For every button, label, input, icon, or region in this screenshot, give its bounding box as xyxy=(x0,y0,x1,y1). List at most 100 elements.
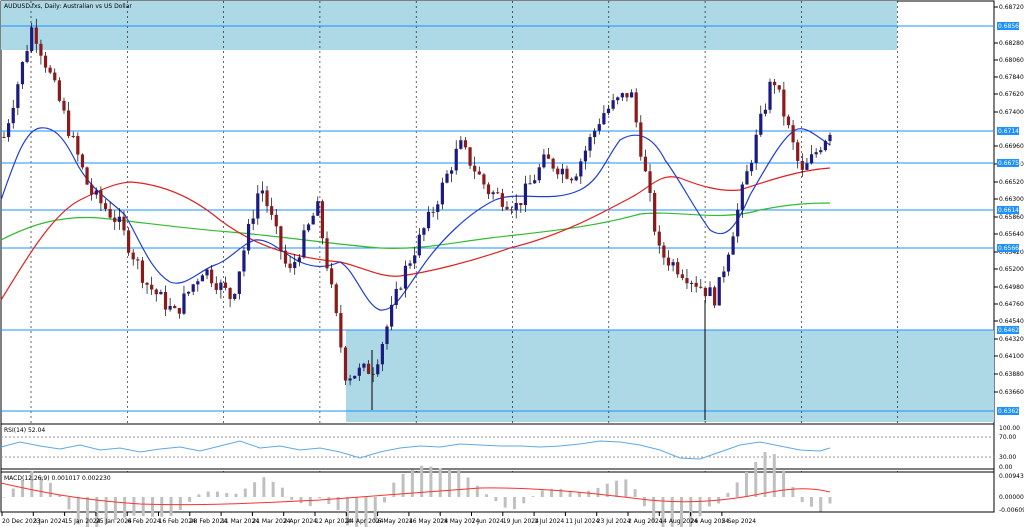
candle-body xyxy=(657,231,661,246)
candle-body xyxy=(593,130,597,138)
macd-histogram-bar xyxy=(48,482,52,497)
candle-body xyxy=(828,134,832,142)
candle-body xyxy=(569,178,574,181)
macd-histogram-bar xyxy=(531,496,535,497)
candle-body xyxy=(330,268,334,285)
time-tick-label: 6 May 2024 xyxy=(378,518,413,525)
macd-histogram-bar xyxy=(271,481,275,497)
macd-histogram-bar xyxy=(726,492,730,497)
candle-body xyxy=(703,287,708,297)
candle-body xyxy=(283,250,288,264)
candle-body xyxy=(53,72,57,81)
macd-axis: 0.009439 0.000000 -0.006092 xyxy=(999,473,1024,514)
candle-body xyxy=(662,245,666,258)
candle-body xyxy=(422,228,426,235)
candle-body xyxy=(126,230,131,253)
candle-body xyxy=(325,238,329,269)
candle-body xyxy=(726,254,731,272)
candle-body xyxy=(353,375,357,379)
candle-body xyxy=(791,125,795,143)
macd-histogram-bar xyxy=(318,497,322,499)
level-tag-label: 0.63629 xyxy=(998,408,1023,415)
macd-histogram-bar xyxy=(809,497,813,507)
candle-body xyxy=(560,168,564,175)
candle-body xyxy=(629,92,634,98)
candle-body xyxy=(777,85,781,90)
candle-body xyxy=(394,288,398,305)
price-tick-label: 0.66960 xyxy=(999,143,1024,150)
macd-histogram-bar xyxy=(744,471,748,497)
level-tag-label: 0.64625 xyxy=(998,327,1023,334)
price-tick-label: 0.65860 xyxy=(999,214,1024,221)
candle-body xyxy=(796,142,800,161)
trading-chart[interactable]: AUDUSD.fxs, Daily: Australian vs US Doll… xyxy=(0,0,1024,527)
candle-body xyxy=(237,271,241,294)
time-tick-label: 1 Jul 2024 xyxy=(534,518,564,525)
rsi-pane: RSI(14) 52.04 100.00 70.00 30.00 0.00 xyxy=(0,423,1020,471)
candle-body xyxy=(408,263,412,266)
candle-body xyxy=(523,183,528,206)
candle-body xyxy=(634,92,638,123)
macd-histogram-bar xyxy=(169,497,173,516)
candle-body xyxy=(653,192,657,232)
candle-body xyxy=(556,168,560,175)
macd-histogram-bar xyxy=(540,490,544,497)
candle-body xyxy=(399,288,403,290)
macd-histogram-bar xyxy=(2,497,6,498)
candle-body xyxy=(759,113,763,135)
candle-body xyxy=(606,108,611,114)
candle-body xyxy=(676,262,680,275)
candle-body xyxy=(260,190,265,194)
candle-body xyxy=(731,236,735,255)
candle-body xyxy=(362,363,366,368)
macd-histogram-bar xyxy=(522,497,526,504)
candle-body xyxy=(528,183,532,185)
macd-histogram-bar xyxy=(791,486,795,497)
candle-body xyxy=(426,211,431,229)
macd-histogram-bar xyxy=(383,497,387,503)
lower-demand-zone xyxy=(346,330,994,422)
candle-body xyxy=(228,287,232,299)
candle-body xyxy=(173,305,177,309)
candle-body xyxy=(306,224,311,231)
level-tag-level-67148: 0.67148 xyxy=(997,127,1023,135)
candle-body xyxy=(514,203,518,211)
time-tick-label: 2 Apr 2024 xyxy=(284,518,317,525)
candle-body xyxy=(246,223,251,251)
macd-histogram-bar xyxy=(253,482,257,497)
rsi-tick-label: 0.00 xyxy=(999,464,1013,471)
rsi-axis: 100.00 70.00 30.00 0.00 xyxy=(999,425,1020,471)
candle-body xyxy=(602,113,606,125)
time-tick-label: 23 Jul 2024 xyxy=(597,518,631,525)
level-tag-level-64625: 0.64625 xyxy=(997,326,1023,334)
time-tick-label: 11 Jul 2024 xyxy=(565,518,599,525)
price-tick-label: 0.63660 xyxy=(999,389,1024,396)
candle-body xyxy=(274,214,278,227)
candle-body xyxy=(782,89,786,117)
candle-body xyxy=(754,134,758,163)
candle-body xyxy=(745,171,749,185)
candle-body xyxy=(440,182,444,205)
candle-body xyxy=(486,184,491,195)
macd-histogram-bar xyxy=(327,497,331,505)
macd-histogram-bar xyxy=(475,485,479,497)
candle-body xyxy=(819,150,823,153)
candle-body xyxy=(168,305,172,310)
candle-body xyxy=(694,282,698,287)
level-tag-level-63629: 0.63629 xyxy=(997,407,1023,415)
candle-body xyxy=(763,109,767,114)
macd-histogram-bar xyxy=(819,497,823,512)
macd-histogram-bar xyxy=(160,497,164,517)
macd-histogram-bar xyxy=(225,492,229,497)
candle-body xyxy=(251,218,255,224)
candle-body xyxy=(57,80,61,101)
candle-body xyxy=(519,203,523,206)
candle-body xyxy=(805,163,809,170)
macd-histogram-bar xyxy=(141,497,145,516)
macd-histogram-bar xyxy=(262,477,266,497)
candle-body xyxy=(7,123,11,138)
candle-body xyxy=(450,170,454,174)
candle-body xyxy=(445,173,449,183)
candle-body xyxy=(366,363,371,374)
candle-body xyxy=(117,216,121,222)
